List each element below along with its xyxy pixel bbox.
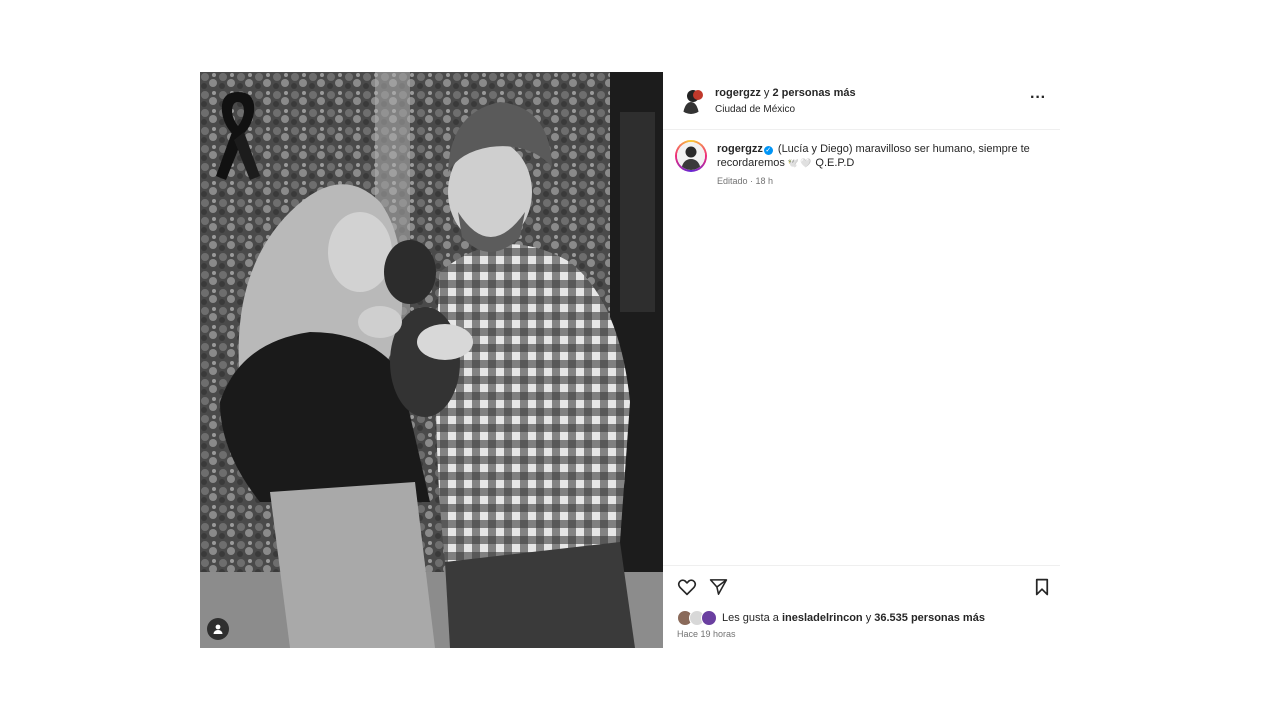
user-tag-icon[interactable] xyxy=(207,618,229,640)
post-timestamp[interactable]: Hace 19 horas xyxy=(677,629,736,639)
heart-icon[interactable] xyxy=(677,578,697,596)
likes-count-link[interactable]: 36.535 personas más xyxy=(874,612,985,624)
header-location[interactable]: Ciudad de México xyxy=(715,102,856,117)
post-photo[interactable] xyxy=(200,72,663,648)
bookmark-icon[interactable] xyxy=(1035,578,1049,596)
action-bar: Les gusta a inesladelrincon y 36.535 per… xyxy=(663,565,1060,649)
avatar xyxy=(701,610,717,626)
caption-username[interactable]: rogergzz xyxy=(717,143,763,155)
instagram-post: rogergzz y 2 personas más Ciudad de Méxi… xyxy=(200,72,1060,648)
verified-badge-icon: ✓ xyxy=(763,146,773,155)
header-connector: y xyxy=(763,87,770,99)
post-sidebar: rogergzz y 2 personas más Ciudad de Méxi… xyxy=(663,72,1060,648)
caption-meta: Editado · 18 h xyxy=(717,176,774,186)
header-text: rogergzz y 2 personas más Ciudad de Méxi… xyxy=(715,86,856,117)
avatar[interactable] xyxy=(677,86,705,114)
avatar-story-ring[interactable] xyxy=(675,140,707,172)
header-collaborators-link[interactable]: 2 personas más xyxy=(772,87,855,99)
caption-text: rogergzz ✓ (Lucía y Diego) maravilloso se… xyxy=(717,142,1047,170)
likes-connector: y xyxy=(865,612,872,624)
black-and-white-couple-photo xyxy=(200,72,663,648)
mourning-ribbon-icon xyxy=(216,92,260,180)
likes-summary: Les gusta a inesladelrincon y 36.535 per… xyxy=(677,609,985,627)
liker-avatars[interactable] xyxy=(677,610,719,626)
caption-emoji: 🕊️🤍 xyxy=(787,158,813,168)
avatar xyxy=(677,142,705,170)
more-horizontal-icon[interactable]: ··· xyxy=(1030,90,1046,106)
caption-tail: Q.E.P.D xyxy=(815,157,855,169)
post-header: rogergzz y 2 personas más Ciudad de Méxi… xyxy=(663,72,1060,130)
liker-username[interactable]: inesladelrincon xyxy=(782,612,863,624)
header-username[interactable]: rogergzz xyxy=(715,87,761,99)
likes-prefix: Les gusta a xyxy=(722,612,779,624)
paper-plane-icon[interactable] xyxy=(709,578,728,596)
